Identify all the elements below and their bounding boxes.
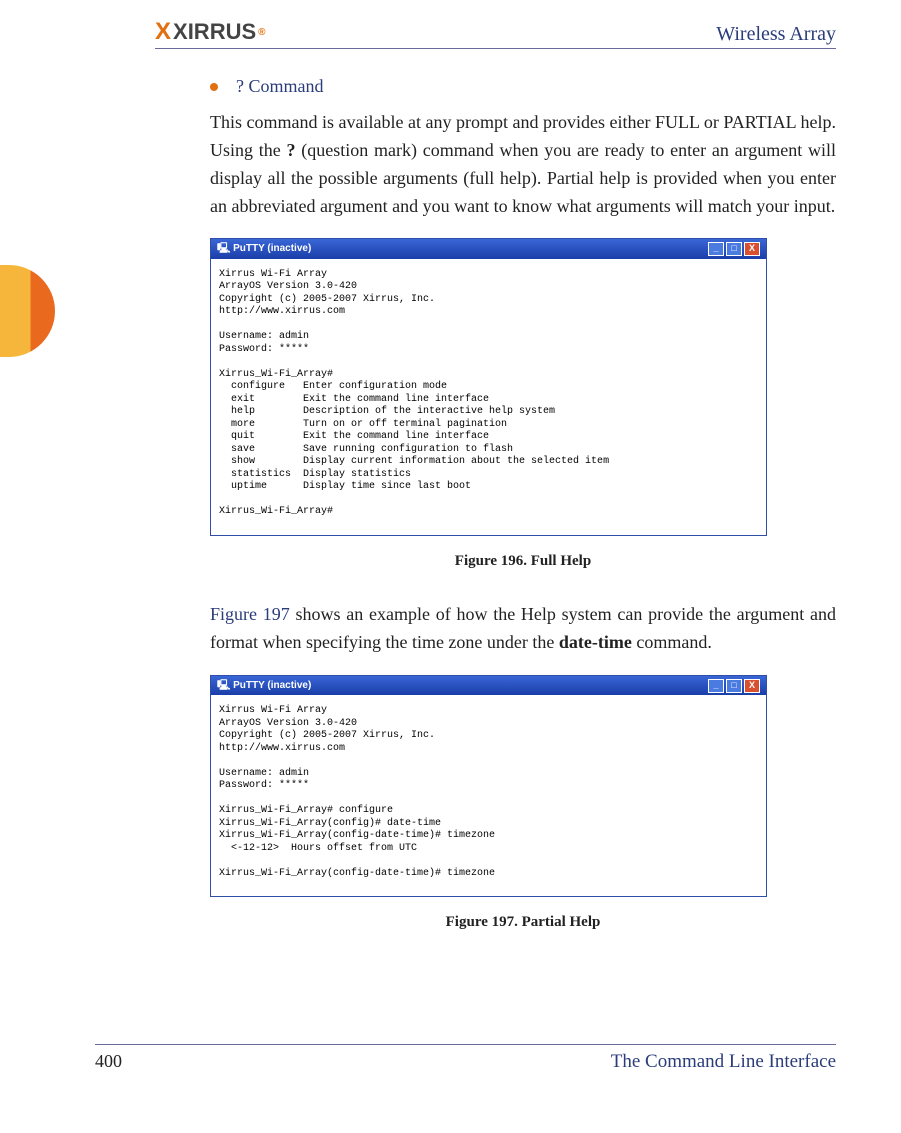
- minimize-icon: _: [708, 679, 724, 693]
- logo-text: XIRRUS: [173, 19, 256, 45]
- document-title: Wireless Array: [716, 23, 836, 46]
- page-tab-decoration: [0, 265, 55, 357]
- brand-logo: XXIRRUS®: [155, 18, 266, 46]
- close-icon: X: [744, 242, 760, 256]
- logo-registered-icon: ®: [258, 27, 265, 38]
- maximize-icon: □: [726, 242, 742, 256]
- putty-title-text-2: 🖳 PuTTY (inactive): [217, 678, 311, 694]
- question-mark-literal: ?: [287, 140, 296, 160]
- section-heading: ? Command: [236, 73, 324, 101]
- putty-icon: 🖳: [217, 243, 233, 254]
- figure-197-reference[interactable]: Figure 197: [210, 604, 296, 624]
- figure-196-caption: Figure 196. Full Help: [210, 550, 836, 573]
- bullet-icon: [210, 83, 218, 91]
- section-body: This command is available at any prompt …: [210, 109, 836, 221]
- terminal-output-2: Xirrus Wi-Fi Array ArrayOS Version 3.0-4…: [211, 695, 766, 896]
- putty-title-label: PuTTY (inactive): [233, 243, 311, 254]
- figure-197-caption: Figure 197. Partial Help: [210, 911, 836, 934]
- date-time-keyword: date-time: [559, 632, 632, 652]
- page-footer: 400 The Command Line Interface: [95, 1044, 836, 1073]
- figure-197: 🖳 PuTTY (inactive) _ □ X Xirrus Wi-Fi Ar…: [210, 675, 836, 935]
- window-buttons-2: _ □ X: [708, 679, 760, 693]
- putty-icon: 🖳: [217, 680, 233, 691]
- maximize-icon: □: [726, 679, 742, 693]
- putty-title-label-2: PuTTY (inactive): [233, 680, 311, 691]
- window-buttons: _ □ X: [708, 242, 760, 256]
- minimize-icon: _: [708, 242, 724, 256]
- page-header: XXIRRUS® Wireless Array: [155, 18, 836, 49]
- para2-text-end: command.: [632, 632, 712, 652]
- close-icon: X: [744, 679, 760, 693]
- logo-x-icon: X: [155, 18, 171, 46]
- putty-title-text: 🖳 PuTTY (inactive): [217, 241, 311, 257]
- document-page: XXIRRUS® Wireless Array ? Command This c…: [0, 0, 901, 1133]
- putty-window: 🖳 PuTTY (inactive) _ □ X Xirrus Wi-Fi Ar…: [210, 238, 767, 536]
- putty-window-2: 🖳 PuTTY (inactive) _ □ X Xirrus Wi-Fi Ar…: [210, 675, 767, 898]
- section-heading-row: ? Command: [210, 73, 836, 101]
- para2-text-mid: shows an example of how the Help system …: [210, 604, 836, 652]
- putty-titlebar-2: 🖳 PuTTY (inactive) _ □ X: [211, 676, 766, 696]
- page-number: 400: [95, 1051, 122, 1073]
- page-content: ? Command This command is available at a…: [210, 73, 836, 935]
- body-text-after: (question mark) command when you are rea…: [210, 140, 836, 216]
- footer-section-title: The Command Line Interface: [611, 1051, 836, 1073]
- figure-196: 🖳 PuTTY (inactive) _ □ X Xirrus Wi-Fi Ar…: [210, 238, 836, 573]
- terminal-output: Xirrus Wi-Fi Array ArrayOS Version 3.0-4…: [211, 259, 766, 535]
- paragraph-2: Figure 197 shows an example of how the H…: [210, 601, 836, 657]
- putty-titlebar: 🖳 PuTTY (inactive) _ □ X: [211, 239, 766, 259]
